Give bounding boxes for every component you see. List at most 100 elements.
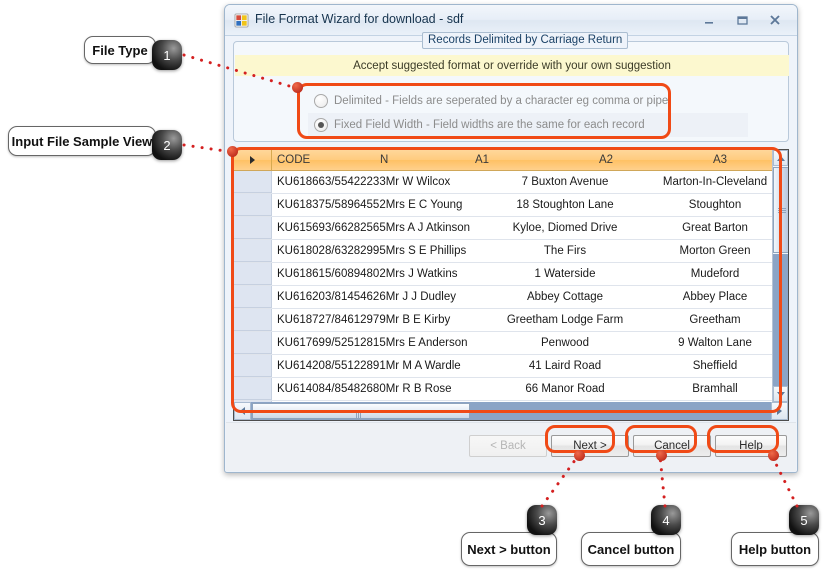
column-header-a1[interactable]: A1 [475, 150, 489, 170]
row-header[interactable] [234, 171, 272, 193]
callout-label-help-button: Help button [731, 532, 819, 566]
chevron-left-icon [240, 407, 245, 415]
callout-label-cancel-button: Cancel button [581, 532, 681, 566]
suggestion-banner: Accept suggested format or override with… [235, 55, 789, 76]
vscroll-thumb[interactable] [773, 167, 788, 253]
grid-horizontal-scrollbar[interactable] [234, 402, 788, 420]
cell-code: KU618727/84612979Mr B E Kirby [277, 314, 451, 326]
anchor-dot-3 [574, 450, 585, 461]
next-button[interactable]: Next > [551, 435, 629, 457]
cell-a1: 41 Laird Road [528, 360, 602, 372]
cell-a2: Sheffield [692, 360, 738, 372]
callout-label-file-type: File Type [84, 36, 156, 64]
cell-a2: 9 Walton Lane [678, 337, 752, 349]
radio-option-fixed-width[interactable]: Fixed Field Width - Field widths are the… [308, 113, 748, 137]
column-header-a3[interactable]: A3 [713, 150, 727, 170]
cell-a1: Penwood [541, 337, 589, 349]
table-row[interactable]: KU618663/55422233Mr W Wilcox 7 Buxton Av… [234, 171, 788, 194]
cell-code: KU617699/52512815Mrs E Anderson [277, 337, 468, 349]
anchor-dot-2 [227, 146, 238, 157]
anchor-dot-5 [768, 450, 779, 461]
cell-a2: Abbey Place [682, 291, 748, 303]
cell-a2: Marton-In-Cleveland [662, 176, 768, 188]
window-title: File Format Wizard for download - sdf [255, 12, 464, 26]
table-row[interactable]: KU618727/84612979Mr B E Kirby Greetham L… [234, 309, 788, 332]
hscroll-thumb[interactable] [252, 403, 470, 420]
input-file-sample-grid[interactable]: CODE N A1 A2 A3 KU618663/55422233Mr W Wi… [233, 149, 789, 421]
table-row[interactable]: KU615693/66282565Mrs A J Atkinson Kyloe,… [234, 217, 788, 240]
maximize-button[interactable] [725, 8, 758, 31]
row-cells: KU615693/66282565Mrs A J Atkinson Kyloe,… [272, 217, 788, 239]
cell-code: KU618028/63282995Mrs S E Phillips [277, 245, 467, 257]
row-header[interactable] [234, 378, 272, 400]
cell-a2: Stoughton [688, 199, 742, 211]
cell-a2: Bramhall [692, 383, 738, 395]
chevron-right-icon [777, 407, 782, 415]
row-cells: KU618663/55422233Mr W Wilcox 7 Buxton Av… [272, 171, 788, 193]
table-row[interactable]: KU618615/60894802Mrs J Watkins 1 Watersi… [234, 263, 788, 286]
callout-badge-3: 3 [527, 505, 557, 535]
row-cells: KU617699/52512815Mrs E Anderson Penwood … [272, 332, 788, 354]
grid-vertical-scrollbar[interactable] [772, 150, 788, 402]
row-header[interactable] [234, 355, 272, 377]
cell-code: KU614084/85482680Mr R B Rose [277, 383, 452, 395]
radio-option-delimited-label: Delimited - Fields are seperated by a ch… [334, 95, 669, 107]
maximize-icon [736, 15, 748, 25]
file-type-groupbox: Records Delimited by Carriage Return Acc… [233, 32, 789, 142]
row-header[interactable] [234, 217, 272, 239]
callout-label-next-button: Next > button [461, 532, 557, 566]
chevron-down-icon [776, 391, 785, 397]
close-button[interactable] [758, 8, 791, 31]
vscroll-track[interactable] [773, 254, 788, 386]
table-row[interactable]: KU614084/85482680Mr R B Rose 66 Manor Ro… [234, 378, 788, 401]
row-cells: KU618727/84612979Mr B E Kirby Greetham L… [272, 309, 788, 331]
cancel-button[interactable]: Cancel [633, 435, 711, 457]
minimize-button[interactable] [692, 8, 725, 31]
table-row[interactable]: KU618028/63282995Mrs S E Phillips The Fi… [234, 240, 788, 263]
row-cells: KU614208/55122891Mr M A Wardle 41 Laird … [272, 355, 788, 377]
cell-code: KU616203/81454626Mr J J Dudley [277, 291, 457, 303]
chevron-up-icon [776, 155, 785, 161]
dialog-footer: < Back Next > Cancel Help [226, 422, 796, 471]
scroll-right-button[interactable] [771, 402, 788, 420]
cell-a1: 1 Waterside [534, 268, 596, 280]
table-row[interactable]: KU616203/81454626Mr J J Dudley Abbey Cot… [234, 286, 788, 309]
table-row[interactable]: KU618375/58964552Mrs E C Young 18 Stough… [234, 194, 788, 217]
row-header[interactable] [234, 194, 272, 216]
column-header-a2[interactable]: A2 [599, 150, 613, 170]
scroll-left-button[interactable] [234, 402, 251, 420]
scroll-up-button[interactable] [773, 150, 788, 166]
minimize-icon [704, 21, 713, 24]
cell-code: KU618615/60894802Mrs J Watkins [277, 268, 458, 280]
radio-option-fixed-width-label: Fixed Field Width - Field widths are the… [334, 119, 645, 131]
current-row-arrow-icon [250, 156, 255, 164]
cell-a1: 66 Manor Road [525, 383, 605, 395]
cell-a2: Great Barton [682, 222, 748, 234]
close-icon [769, 14, 780, 25]
window-controls [692, 8, 791, 31]
table-row[interactable]: KU617699/52512815Mrs E Anderson Penwood … [234, 332, 788, 355]
cell-a2: Morton Green [679, 245, 751, 257]
cell-a1: Kyloe, Diomed Drive [512, 222, 618, 234]
table-row[interactable]: KU614208/55122891Mr M A Wardle 41 Laird … [234, 355, 788, 378]
file-type-radio-group: Delimited - Fields are seperated by a ch… [308, 89, 748, 137]
row-header[interactable] [234, 309, 272, 331]
groupbox-legend: Records Delimited by Carriage Return [422, 32, 629, 49]
row-cells: KU618615/60894802Mrs J Watkins 1 Watersi… [272, 263, 788, 285]
row-header[interactable] [234, 240, 272, 262]
column-header-n[interactable]: N [380, 150, 388, 170]
row-header[interactable] [234, 286, 272, 308]
back-button[interactable]: < Back [469, 435, 547, 457]
cell-a1: Abbey Cottage [526, 291, 604, 303]
callout-badge-1: 1 [152, 40, 182, 70]
row-header[interactable] [234, 263, 272, 285]
row-header[interactable] [234, 332, 272, 354]
column-header-code[interactable]: CODE [277, 150, 310, 170]
radio-option-delimited[interactable]: Delimited - Fields are seperated by a ch… [308, 89, 748, 113]
radio-unchecked-icon [314, 94, 328, 108]
callout-badge-5: 5 [789, 505, 819, 535]
cell-code: KU618375/58964552Mrs E C Young [277, 199, 463, 211]
row-cells: KU616203/81454626Mr J J Dudley Abbey Cot… [272, 286, 788, 308]
callout-badge-4: 4 [651, 505, 681, 535]
scroll-down-button[interactable] [773, 386, 788, 402]
